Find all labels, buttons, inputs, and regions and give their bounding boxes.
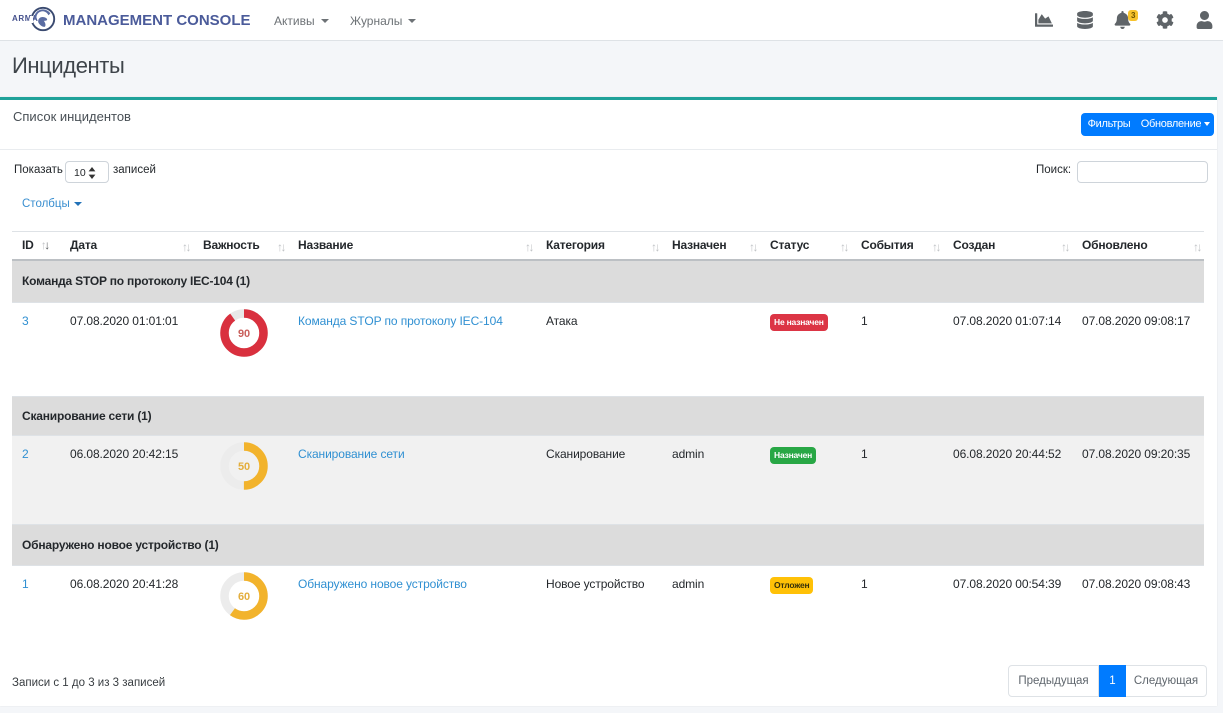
svg-text:60: 60 <box>238 591 250 603</box>
svg-text:50: 50 <box>238 461 250 473</box>
svg-text:90: 90 <box>238 328 250 340</box>
